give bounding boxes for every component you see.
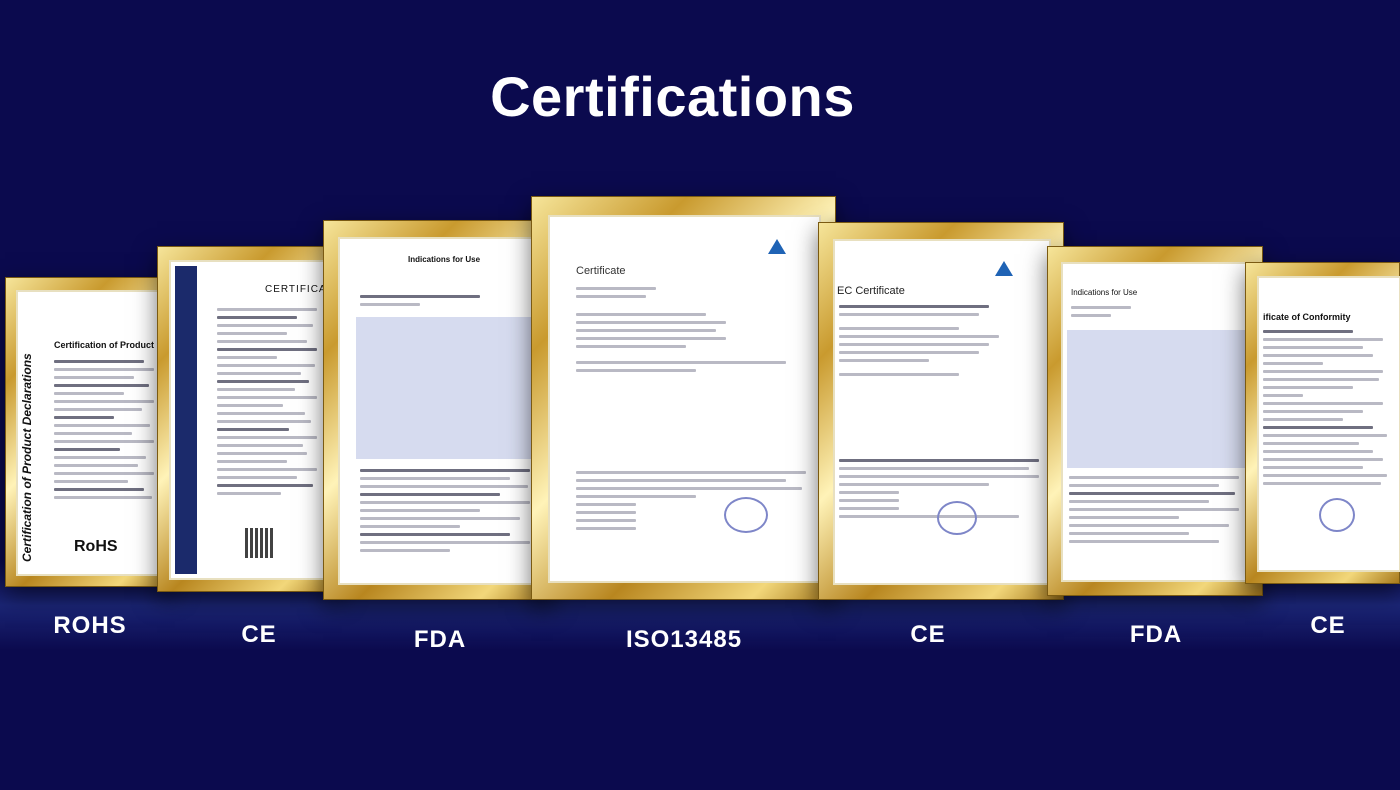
doc-title: CERTIFICATE	[265, 284, 332, 295]
doc-title: Certificate	[576, 265, 626, 277]
certificate-document: ificate of Conformity	[1257, 276, 1400, 572]
doc-title: Certification of Product Declarations	[54, 340, 166, 350]
certificate-document: Indications for Use	[1061, 262, 1251, 582]
doc-title: Indications for Use	[408, 255, 481, 264]
certificate-frame-fda-1: Indications for Use	[323, 220, 553, 600]
caption-ce-2: CE	[910, 621, 946, 648]
caption-fda-1: FDA	[413, 626, 467, 653]
caption-rohs: ROHS	[53, 612, 127, 639]
caption-iso13485: ISO13485	[625, 626, 743, 653]
page-title: Certifications	[490, 65, 855, 128]
doc-title: ificate of Conformity	[1263, 312, 1351, 322]
certificate-document: Indications for Use	[338, 237, 540, 585]
form-area	[356, 317, 536, 459]
doc-title: Indications for Use	[1071, 288, 1138, 297]
certificate-frame-ce-2: EC Certificate	[818, 222, 1064, 600]
caption-fda-2: FDA	[1129, 621, 1183, 648]
tuv-logo-icon	[768, 239, 786, 254]
certificate-document: Certification of Product Declarations Ce…	[16, 290, 166, 576]
qr-code	[245, 528, 275, 558]
certificate-frame-fda-2: Indications for Use	[1047, 246, 1263, 596]
certificate-frame-ce-1: CERTIFICATE	[157, 246, 342, 592]
certificate-frame-iso13485: Certificate	[531, 196, 836, 600]
certificate-frame-rohs: Certification of Product Declarations Ce…	[5, 277, 175, 587]
signature-seal-icon	[724, 497, 768, 533]
doc-title: EC Certificate	[837, 285, 905, 297]
certificate-document: Certificate	[548, 215, 821, 583]
certificate-document: EC Certificate	[833, 239, 1051, 585]
form-area	[1067, 330, 1245, 468]
caption-ce-3: CE	[1310, 612, 1346, 639]
caption-ce-1: CE	[241, 621, 277, 648]
tuv-logo-icon	[995, 261, 1013, 276]
rohs-mark: RoHS	[74, 538, 118, 555]
side-band	[175, 266, 197, 574]
signature-seal-icon	[937, 501, 977, 535]
certificate-document: CERTIFICATE	[169, 260, 332, 580]
certificate-frame-ce-3: ificate of Conformity	[1245, 262, 1400, 584]
side-text: Certification of Product Declarations	[20, 353, 34, 562]
signature-seal-icon	[1319, 498, 1355, 532]
